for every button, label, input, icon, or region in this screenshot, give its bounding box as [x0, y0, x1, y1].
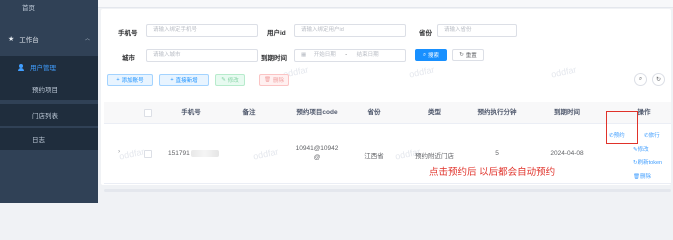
select-all-checkbox[interactable]: [144, 109, 152, 117]
sidebar: 首页 ★ 工作台 ︿ 用户管理 预约项目 门店列表 日志: [0, 0, 98, 203]
column-header: 手机号: [181, 109, 201, 116]
refresh-token-label: 刷新token: [637, 160, 663, 166]
plus-icon: +: [116, 77, 120, 83]
phone-input[interactable]: 请输入绑定手机号: [146, 24, 258, 37]
row-phone-text: 151791: [168, 150, 190, 158]
row-phone: 151791: [168, 150, 219, 157]
chevron-up-icon: ︿: [84, 36, 90, 42]
sidebar-item-appointments[interactable]: 预约项目: [0, 78, 98, 100]
search-button[interactable]: ⌕ 搜索: [415, 49, 447, 61]
province-input[interactable]: 请输入省份: [437, 24, 517, 37]
row-code-line2: @: [313, 154, 321, 161]
annotation-text: 点击预约后 以后都会自动预约: [429, 167, 556, 178]
province-label: 省份: [419, 30, 432, 37]
phone-label: 手机号: [118, 30, 138, 37]
star-icon: ★: [8, 36, 15, 43]
direct-add-label: 直接新增: [175, 78, 198, 84]
modify-link[interactable]: ✎修改: [633, 145, 649, 153]
userid-input[interactable]: 请输入绑定用户id: [294, 24, 406, 37]
toggle-search-button[interactable]: ⌕: [634, 73, 647, 86]
sidebar-item-home[interactable]: 首页: [0, 0, 98, 14]
expire-label: 到期时间: [261, 55, 287, 62]
reset-button[interactable]: ↻ 重置: [452, 49, 484, 61]
row-expire: 2024-04-08: [550, 150, 584, 157]
trash-icon: 🗑: [633, 174, 640, 180]
column-header: 省份: [367, 109, 381, 116]
sidebar-item-stores[interactable]: 门店列表: [0, 104, 98, 126]
table-row: › 151791 10941@10942 @ 江西省 预约附近门店 5 2024…: [104, 124, 671, 184]
edit-button-label: 修改: [227, 78, 239, 84]
travel-link[interactable]: ✆旅行: [644, 131, 660, 139]
tags-view: [98, 0, 673, 8]
direct-add-button[interactable]: + 直接新增: [159, 74, 209, 86]
refresh-icon: ↻: [459, 52, 464, 58]
add-account-label: 添加账号: [121, 78, 144, 84]
search-icon: ⌕: [638, 76, 643, 82]
sidebar-group-workbench[interactable]: ★ 工作台 ︿: [0, 30, 98, 48]
watermark: oddfar: [408, 64, 436, 80]
column-header: 预约项目code: [296, 109, 338, 116]
row-minutes: 5: [495, 150, 499, 157]
column-header: 备注: [242, 109, 256, 116]
sidebar-item-users[interactable]: 用户管理: [0, 56, 98, 78]
sidebar-item-label: 预约项目: [32, 87, 58, 94]
sidebar-item-label: 用户管理: [30, 65, 56, 72]
sidebar-item-logs[interactable]: 日志: [0, 128, 98, 150]
sidebar-item-label: 门店列表: [32, 113, 58, 120]
city-label: 城市: [122, 55, 135, 62]
expand-row-icon[interactable]: ›: [118, 148, 120, 155]
edit-icon: ✎: [221, 77, 226, 83]
add-account-button[interactable]: + 添加账号: [107, 74, 153, 86]
refresh-token-link[interactable]: ↻刷新token: [633, 158, 662, 166]
refresh-icon: ↻: [655, 77, 662, 83]
row-code: 10941@10942 @: [284, 144, 350, 162]
search-icon: ⌕: [422, 51, 427, 58]
redacted-block: [190, 150, 219, 157]
row-province: 江西省: [364, 153, 384, 160]
trash-icon: 🗑: [264, 77, 271, 83]
delete-button[interactable]: 🗑 删除: [259, 74, 289, 86]
calendar-icon: ▦: [301, 52, 307, 58]
modify-link-label: 修改: [637, 147, 649, 153]
sidebar-item-label: 日志: [32, 137, 45, 144]
sidebar-item-label: 首页: [22, 5, 35, 12]
date-end: 结束日期: [356, 52, 379, 58]
watermark: oddfar: [550, 64, 578, 80]
horizontal-scrollbar[interactable]: [104, 189, 671, 192]
edit-button[interactable]: ✎ 修改: [215, 74, 245, 86]
refresh-button[interactable]: ↻: [652, 73, 665, 86]
reset-button-label: 重置: [465, 53, 477, 59]
sidebar-group-label: 工作台: [19, 37, 39, 44]
date-separator: -: [345, 52, 348, 58]
plus-icon: +: [170, 77, 174, 83]
main-area: oddfar oddfar oddfar oddfar oddfar oddfa…: [98, 0, 673, 203]
row-type: 预约附近门店: [415, 153, 454, 160]
delete-button-label: 删除: [272, 78, 284, 84]
highlight-box: [606, 111, 638, 144]
date-start: 开始日期: [313, 52, 336, 58]
row-code-line1: 10941@10942: [295, 145, 339, 152]
row-checkbox[interactable]: [144, 150, 152, 158]
userid-label: 用户id: [267, 30, 286, 37]
city-input[interactable]: 请输入城市: [146, 49, 258, 62]
travel-link-label: 旅行: [648, 133, 660, 139]
date-range-picker[interactable]: ▦ 开始日期 - 结束日期: [294, 49, 406, 62]
column-header: 类型: [428, 109, 441, 116]
user-icon: [18, 63, 24, 71]
column-header: 预约执行分钟: [477, 109, 517, 116]
row-delete-link[interactable]: 🗑删除: [633, 172, 651, 180]
content-card: oddfar oddfar oddfar oddfar oddfar oddfa…: [101, 9, 671, 192]
column-header: 到期时间: [554, 109, 580, 116]
table-header: 手机号 备注 预约项目code 省份 类型 预约执行分钟 到期时间 操作: [104, 102, 671, 124]
search-button-label: 搜索: [428, 53, 440, 59]
row-delete-label: 删除: [639, 174, 651, 180]
